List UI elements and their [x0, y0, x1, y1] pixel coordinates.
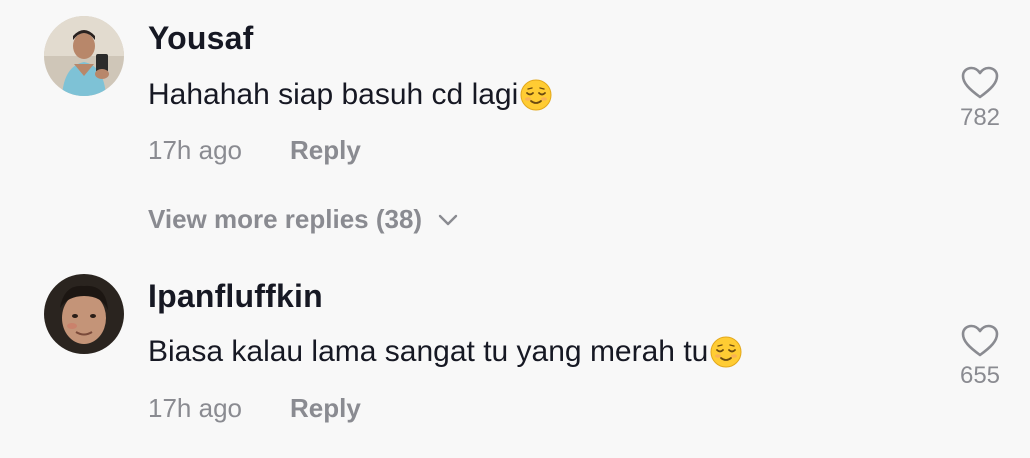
avatar[interactable]	[44, 16, 124, 96]
comment-username[interactable]: Ipanfluffkin	[148, 278, 323, 315]
relieved-face-emoji	[520, 79, 552, 111]
relieved-face-emoji	[710, 336, 742, 368]
view-more-replies-label: View more replies (38)	[148, 204, 423, 234]
reply-button[interactable]: Reply	[290, 135, 361, 166]
comment-text-body: Hahahah siap basuh cd lagi	[148, 78, 519, 111]
heart-icon[interactable]	[950, 66, 1010, 100]
comment-timestamp: 17h ago	[148, 393, 242, 423]
view-more-replies-button[interactable]: View more replies (38)	[148, 204, 458, 235]
heart-icon[interactable]	[950, 324, 1010, 358]
comment-timestamp: 17h ago	[148, 135, 242, 165]
like-button[interactable]: 782	[950, 66, 1010, 132]
comment-text: Biasa kalau lama sangat tu yang merah tu	[148, 335, 742, 369]
user-avatar-image	[44, 274, 124, 354]
chevron-down-icon	[438, 214, 458, 226]
reply-button[interactable]: Reply	[290, 393, 361, 424]
like-count: 655	[959, 362, 1001, 389]
like-count: 782	[959, 104, 1001, 131]
user-avatar-image	[44, 16, 124, 96]
comment-text-body: Biasa kalau lama sangat tu yang merah tu	[148, 335, 709, 368]
avatar[interactable]	[44, 274, 124, 354]
like-button[interactable]: 655	[950, 324, 1010, 390]
comment-username[interactable]: Yousaf	[148, 20, 254, 57]
comment-text: Hahahah siap basuh cd lagi	[148, 78, 552, 112]
